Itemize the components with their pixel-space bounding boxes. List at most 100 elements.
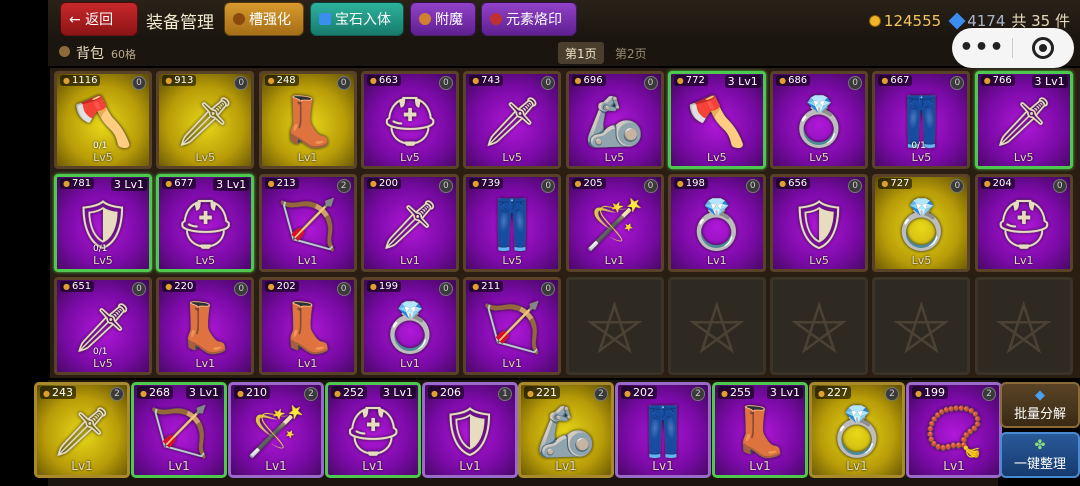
equipment-icon: 💍 bbox=[380, 299, 440, 356]
power-value: 781 bbox=[60, 178, 95, 189]
inventory-item[interactable]: 🛡 206 1 Lv1 bbox=[422, 382, 518, 478]
equipment-icon: 👢 bbox=[175, 299, 236, 356]
inventory-item[interactable]: 👢 220 0 Lv1 bbox=[156, 277, 255, 375]
equipment-icon: ⛑ bbox=[174, 196, 236, 253]
power-value: 686 bbox=[776, 75, 811, 86]
power-value: 243 bbox=[40, 386, 76, 399]
empty-slot[interactable]: ⛤ bbox=[974, 277, 1073, 375]
socket-count: 0 bbox=[643, 76, 658, 90]
gem-inlay-button[interactable]: 宝石入体 bbox=[310, 2, 404, 36]
more-menu-button[interactable]: ••• bbox=[952, 37, 1012, 59]
power-value: 651 bbox=[60, 281, 95, 292]
element-brand-button[interactable]: 元素烙印 bbox=[481, 2, 577, 36]
close-button[interactable] bbox=[1013, 37, 1073, 59]
inventory-item[interactable]: 🏹 268 3 Lv1 Lv1 bbox=[131, 382, 227, 478]
gem-amount: 4174 bbox=[967, 11, 1006, 30]
equipment-icon: 🛡 bbox=[439, 403, 501, 460]
item-level: Lv1 bbox=[846, 459, 868, 473]
empty-slot[interactable]: ⛤ bbox=[770, 277, 869, 375]
inventory-item[interactable]: 👖 667 0 0/1Lv5 bbox=[872, 71, 971, 169]
inventory-item[interactable]: ⛑ 663 0 Lv5 bbox=[360, 71, 459, 169]
power-value: 739 bbox=[469, 178, 504, 189]
target-icon bbox=[1032, 37, 1054, 59]
inventory-item[interactable]: 🏹 211 0 Lv1 bbox=[463, 277, 562, 375]
power-value: 772 bbox=[673, 75, 708, 86]
inventory-item[interactable]: 🪓 1116 0 0/1Lv5 bbox=[54, 71, 152, 169]
power-value: 221 bbox=[524, 386, 560, 399]
equipment-icon: 🪄 bbox=[584, 196, 645, 253]
power-value: 198 bbox=[673, 178, 708, 189]
inventory-item[interactable]: 🦾 696 0 Lv5 bbox=[565, 71, 664, 169]
inventory-item[interactable]: 👢 202 0 Lv1 bbox=[258, 277, 357, 375]
inventory-item[interactable]: 💍 727 0 Lv5 bbox=[872, 174, 971, 272]
empty-slot[interactable]: ⛤ bbox=[872, 277, 971, 375]
inventory-item[interactable]: 🛡 781 3 Lv1 0/1Lv5 bbox=[54, 174, 152, 272]
inventory-item[interactable]: 🗡 200 0 Lv1 bbox=[360, 174, 459, 272]
power-value: 913 bbox=[162, 75, 197, 86]
item-level: Lv1 bbox=[749, 459, 771, 473]
item-level: Lv5 bbox=[93, 357, 113, 370]
element-brand-label: 元素烙印 bbox=[506, 12, 562, 28]
inventory-item[interactable]: 🗡 913 0 Lv5 bbox=[156, 71, 255, 169]
slot-enhance-label: 槽强化 bbox=[249, 12, 291, 28]
bag-label: 背包 bbox=[76, 46, 104, 62]
auto-sort-button[interactable]: ✤ 一键整理 bbox=[1000, 432, 1080, 478]
inventory-item[interactable]: 🗡 243 2 Lv1 bbox=[34, 382, 130, 478]
power-value: 677 bbox=[162, 178, 197, 189]
inventory-item[interactable]: 🗡 651 0 0/1Lv5 bbox=[54, 277, 152, 375]
inventory-item[interactable]: ⛑ 677 3 Lv1 Lv5 bbox=[156, 174, 255, 272]
item-level: Lv1 bbox=[71, 459, 93, 473]
enhance-tag: 3 Lv1 bbox=[766, 386, 803, 399]
inventory-item[interactable]: 👢 255 3 Lv1 Lv1 bbox=[712, 382, 808, 478]
back-button[interactable]: ← 返回 bbox=[60, 2, 138, 36]
socket-count: 0 bbox=[848, 76, 863, 90]
equipment-icon: 🏹 bbox=[277, 196, 338, 253]
enhance-tag: 3 Lv1 bbox=[724, 75, 761, 88]
inventory-item[interactable]: 🦾 221 2 Lv1 bbox=[518, 382, 614, 478]
inventory-item[interactable]: ⛑ 204 0 Lv1 bbox=[974, 174, 1073, 272]
socket-count: 0 bbox=[234, 76, 249, 90]
item-level: Lv1 bbox=[459, 459, 481, 473]
empty-slot[interactable]: ⛤ bbox=[667, 277, 766, 375]
inventory-item[interactable]: 💍 198 0 Lv1 bbox=[667, 174, 766, 272]
slot-enhance-button[interactable]: 槽强化 bbox=[224, 2, 304, 36]
inventory-item[interactable]: 🪓 772 3 Lv1 Lv5 bbox=[667, 71, 766, 169]
item-level: Lv1 bbox=[297, 357, 318, 370]
power-value: 255 bbox=[718, 386, 754, 399]
socket-count: 0 bbox=[336, 282, 351, 296]
bag-header: 背包 60格 第1页 第2页 bbox=[48, 38, 1080, 66]
inventory-item[interactable]: 🪄 205 0 Lv1 bbox=[565, 174, 664, 272]
socket-count: 0 bbox=[950, 179, 965, 193]
inventory-item[interactable]: 👢 248 0 Lv1 bbox=[258, 71, 357, 169]
inventory-item[interactable]: 👖 739 0 Lv5 bbox=[463, 174, 562, 272]
equipment-icon: 🛡 bbox=[788, 196, 850, 253]
equipment-icon: 👢 bbox=[730, 403, 790, 460]
power-value: 1116 bbox=[60, 75, 101, 86]
inventory-item[interactable]: 📿 199 2 Lv1 bbox=[906, 382, 1002, 478]
gem-inlay-label: 宝石入体 bbox=[335, 12, 391, 28]
inventory-item[interactable]: 🏹 213 2 Lv1 bbox=[258, 174, 357, 272]
tab-page-1[interactable]: 第1页 bbox=[558, 42, 604, 64]
inventory-item[interactable]: 🗡 766 3 Lv1 Lv5 bbox=[974, 71, 1073, 169]
equipment-icon: 👖 bbox=[633, 403, 693, 460]
equipment-icon: 👖 bbox=[891, 93, 952, 150]
item-level: Lv5 bbox=[604, 151, 625, 164]
inventory-item[interactable]: 👖 202 2 Lv1 bbox=[615, 382, 711, 478]
enchant-button[interactable]: 附魔 bbox=[410, 2, 476, 36]
inventory-item[interactable]: ⛑ 252 3 Lv1 Lv1 bbox=[325, 382, 421, 478]
enhance-tag: 3 Lv1 bbox=[1031, 75, 1068, 88]
inventory-item[interactable]: 🪄 210 2 Lv1 bbox=[228, 382, 324, 478]
power-value: 202 bbox=[264, 281, 299, 292]
inventory-item[interactable]: 💍 686 0 Lv5 bbox=[770, 71, 869, 169]
inventory-item[interactable]: 💍 199 0 Lv1 bbox=[360, 277, 459, 375]
item-level: Lv1 bbox=[265, 459, 287, 473]
inventory-item[interactable]: 🗡 743 0 Lv5 bbox=[463, 71, 562, 169]
batch-dismantle-button[interactable]: ◆ 批量分解 bbox=[1000, 382, 1080, 428]
power-value: 199 bbox=[912, 386, 948, 399]
tab-page-2[interactable]: 第2页 bbox=[608, 42, 654, 64]
inventory-item[interactable]: 💍 227 2 Lv1 bbox=[809, 382, 905, 478]
enhance-tag: 3 Lv1 bbox=[185, 386, 222, 399]
empty-slot[interactable]: ⛤ bbox=[565, 277, 664, 375]
inventory-item[interactable]: 🛡 656 0 Lv5 bbox=[770, 174, 869, 272]
socket-count: 0 bbox=[336, 76, 351, 90]
